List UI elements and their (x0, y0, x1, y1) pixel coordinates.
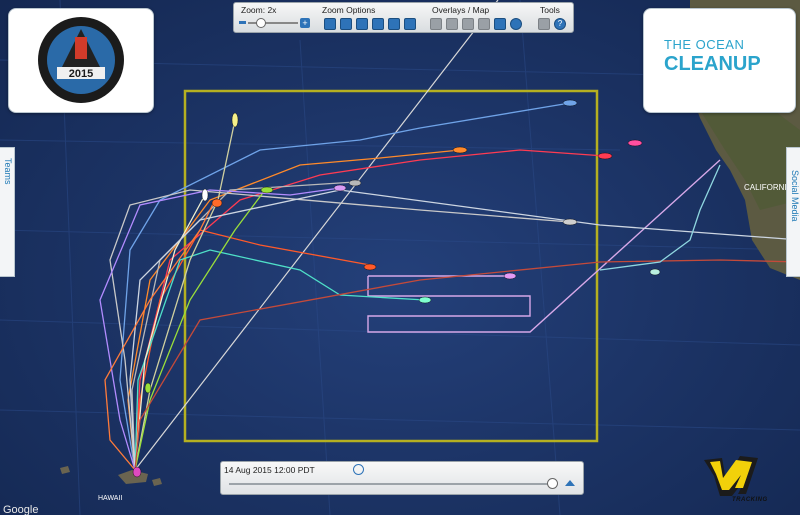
zoom-options-label: Zoom Options (322, 5, 376, 15)
vessel-marker (562, 99, 578, 107)
mega-expedition-logo-card[interactable]: 2015 (8, 8, 154, 113)
timeline-track[interactable] (229, 483, 554, 485)
fullscreen-icon[interactable] (388, 18, 400, 30)
vessel-marker (562, 218, 578, 226)
logo-year: 2015 (69, 68, 93, 80)
earth-icon[interactable] (510, 18, 522, 30)
layers-icon[interactable] (430, 18, 442, 30)
mega-expedition-logo: 2015 (38, 17, 124, 103)
social-media-tab[interactable]: Social Media (786, 147, 800, 277)
overlays-label: Overlays / Map (432, 5, 490, 15)
teams-tab-label: Teams (3, 158, 13, 185)
vessel-marker (649, 268, 661, 276)
tools-label: Tools (540, 5, 560, 15)
vessel-marker (231, 112, 239, 128)
map-toolbar: Zoom: 2x + Zoom Options Overlays / Map T… (233, 2, 574, 33)
yb-tracking-text: TRACKING (732, 497, 768, 503)
vessel-marker (201, 188, 209, 202)
vessel-marker (418, 296, 432, 304)
zoom-out-icon[interactable] (239, 21, 246, 24)
timeline-expand-icon[interactable] (565, 480, 575, 486)
timeline-panel: 14 Aug 2015 12:00 PDT (220, 461, 584, 495)
vessel-marker (597, 152, 613, 160)
vessel-marker (211, 198, 223, 208)
google-attribution: Google (3, 504, 38, 515)
vessel-marker (452, 146, 468, 154)
logo-line-one: THE OCEAN (664, 37, 745, 52)
zoom-slider-thumb[interactable] (256, 18, 266, 28)
vessel-marker (144, 382, 152, 394)
ocean-cleanup-logo-card[interactable]: THE OCEAN CLEANUP (643, 8, 796, 113)
vessel-marker (503, 272, 517, 280)
vessel-marker (260, 186, 274, 194)
zoom-box-icon[interactable] (340, 18, 352, 30)
shuffle-icon[interactable] (494, 18, 506, 30)
map-type-icon[interactable] (478, 18, 490, 30)
vessel-marker (132, 466, 142, 478)
center-icon[interactable] (404, 18, 416, 30)
vessel-marker (348, 179, 362, 187)
group-icon[interactable] (372, 18, 384, 30)
vessel-marker (333, 184, 347, 192)
zoom-fit-icon[interactable] (356, 18, 368, 30)
measure-icon[interactable] (538, 18, 550, 30)
weather-icon[interactable] (462, 18, 474, 30)
flag-icon[interactable] (324, 18, 336, 30)
hawaii-islands (60, 466, 162, 486)
logo-line-two: CLEANUP (664, 53, 761, 75)
hawaii-label: HAWAII (98, 495, 122, 502)
clock-icon[interactable] (353, 464, 364, 475)
help-icon[interactable]: ? (554, 18, 566, 30)
timeline-datetime: 14 Aug 2015 12:00 PDT (224, 465, 315, 475)
timeline-thumb[interactable] (547, 478, 558, 489)
globe-icon[interactable] (446, 18, 458, 30)
vessel-marker (363, 263, 377, 271)
teams-tab[interactable]: Teams (0, 147, 15, 277)
zoom-in-icon[interactable]: + (300, 18, 310, 28)
vessel-marker (627, 139, 643, 147)
social-media-tab-label: Social Media (790, 170, 800, 222)
zoom-label: Zoom: 2x (241, 5, 277, 15)
